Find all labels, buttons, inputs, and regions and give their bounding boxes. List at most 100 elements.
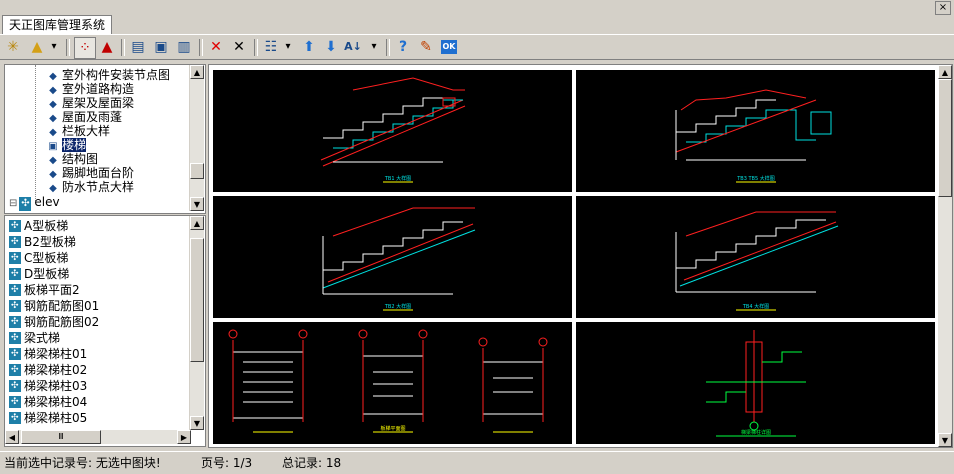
- scroll-down-icon[interactable]: ▼: [190, 197, 204, 211]
- edit-icon[interactable]: ✎: [417, 38, 435, 56]
- scroll-up-icon[interactable]: ▲: [190, 65, 204, 79]
- tree-vertical-scrollbar[interactable]: ▲ ▼: [189, 65, 204, 211]
- scroll-down-icon[interactable]: ▼: [938, 433, 952, 447]
- list-item[interactable]: 板梯平面2: [9, 282, 80, 298]
- tree-item-label: 楼梯: [62, 138, 87, 152]
- list-item[interactable]: C型板梯: [9, 250, 68, 266]
- list-item[interactable]: 梯梁梯柱04: [9, 394, 87, 410]
- block-preview[interactable]: 梯梁梯柱详图: [576, 322, 935, 444]
- dropdown-arrow-icon[interactable]: ▾: [48, 38, 60, 56]
- stair-drawing: TB3 TB5 大样图: [675, 89, 832, 183]
- preview-scrollbar[interactable]: ▲ ▼: [938, 64, 953, 448]
- tree-item[interactable]: ◆ 屋架及屋面梁: [47, 96, 134, 110]
- import-icon[interactable]: ▤: [129, 38, 147, 56]
- scroll-thumb[interactable]: [190, 238, 204, 362]
- drawing-caption: TB1 大样图: [384, 175, 411, 182]
- scroll-right-icon[interactable]: ▶: [177, 430, 191, 444]
- block-preview[interactable]: TB2 大样图: [213, 196, 572, 318]
- list-item[interactable]: 钢筋配筋图01: [9, 298, 99, 314]
- list-item[interactable]: B2型板梯: [9, 234, 76, 250]
- tree-item[interactable]: ◆ 踢脚地面台阶: [47, 166, 134, 180]
- detail-drawing: 梯梁梯柱详图: [706, 330, 806, 437]
- tree-item[interactable]: ◆ 结构图: [47, 152, 98, 166]
- stair-drawing: TB2 大样图: [322, 207, 476, 311]
- toolbar-separator: [66, 39, 70, 56]
- tree-item[interactable]: ◆ 屋面及雨蓬: [47, 110, 122, 124]
- list-item-label: 钢筋配筋图01: [24, 299, 100, 313]
- list-item[interactable]: D型板梯: [9, 266, 69, 282]
- expander-icon[interactable]: ⊟: [9, 198, 17, 209]
- list-item[interactable]: A型板梯: [9, 218, 68, 234]
- block-preview[interactable]: TB4 大样图: [576, 196, 935, 318]
- move-down-icon[interactable]: ⬇: [322, 38, 340, 56]
- block-icon: [9, 314, 21, 330]
- list-vertical-scrollbar[interactable]: ▲ ▼: [189, 216, 204, 430]
- sort-icon[interactable]: A↓: [344, 38, 362, 56]
- category-tree[interactable]: ◆ 室外构件安装节点图 ◆ 室外道路构造 ◆ 屋架及屋面梁 ◆ 屋面及雨蓬 ◆ 栏板大样 …: [4, 64, 206, 214]
- tree-item-label: 栏板大样: [62, 124, 111, 138]
- list-item-label: 梯梁梯柱05: [24, 411, 88, 425]
- page-status: 页号: 1/3: [201, 456, 253, 470]
- list-item-label: A型板梯: [24, 219, 69, 233]
- tree-item-label: elev: [34, 195, 60, 209]
- preview-grid[interactable]: TB1 大样图 TB3 TB5 大样图 TB2 大样图 TB4 大样图 板梯平面…: [208, 64, 940, 448]
- help-icon[interactable]: ?: [394, 38, 412, 56]
- block-icon: [9, 282, 21, 298]
- drawing-caption: 板梯平面图: [380, 425, 405, 432]
- list-item-label: 梯梁梯柱04: [24, 395, 88, 409]
- scroll-up-icon[interactable]: ▲: [190, 216, 204, 230]
- replace-icon[interactable]: ▣: [152, 38, 170, 56]
- scroll-thumb[interactable]: [190, 163, 204, 179]
- list-item[interactable]: 梁式梯: [9, 330, 60, 346]
- delete-icon[interactable]: ✕: [230, 38, 248, 56]
- list-item-label: 梯梁梯柱01: [24, 347, 88, 361]
- block-icon: [9, 394, 21, 410]
- tree-item-label: 防水节点大样: [62, 180, 135, 194]
- tree-root-item[interactable]: ⊟ ✣ elev: [9, 195, 60, 211]
- delete-red-icon[interactable]: ✕: [207, 38, 225, 56]
- triangle-view-icon[interactable]: ▲: [98, 38, 116, 56]
- close-button[interactable]: ×: [935, 1, 951, 15]
- tree-item[interactable]: ◆ 防水节点大样: [47, 180, 134, 194]
- list-horizontal-scrollbar[interactable]: ◀ Ⅲ ▶: [5, 430, 191, 444]
- block-preview[interactable]: 板梯平面图: [213, 322, 572, 444]
- view-mode-icon[interactable]: ☷: [262, 38, 280, 56]
- block-icon: [9, 218, 21, 234]
- block-icon: [9, 378, 21, 394]
- insert-icon[interactable]: ▥: [175, 38, 193, 56]
- status-bar: 当前选中记录号: 无选中图块! 页号: 1/3 总记录: 18: [0, 451, 954, 474]
- drawing-caption: TB2 大样图: [384, 303, 411, 310]
- tree-item-selected[interactable]: ▣ 楼梯: [47, 138, 87, 152]
- list-item[interactable]: 梯梁梯柱01: [9, 346, 87, 362]
- list-item[interactable]: 梯梁梯柱02: [9, 362, 87, 378]
- list-item[interactable]: 梯梁梯柱05: [9, 410, 87, 426]
- tree-item[interactable]: ◆ 室外构件安装节点图: [47, 68, 170, 82]
- window-tab[interactable]: 天正图库管理系统: [2, 15, 113, 35]
- scroll-down-icon[interactable]: ▼: [190, 416, 204, 430]
- move-up-icon[interactable]: ⬆: [300, 38, 318, 56]
- list-item[interactable]: 钢筋配筋图02: [9, 314, 99, 330]
- view-mode-dropdown-icon[interactable]: ▾: [282, 38, 294, 56]
- tree-guide-line: [35, 65, 36, 201]
- block-list[interactable]: A型板梯 B2型板梯 C型板梯 D型板梯 板梯平面2 钢筋配筋图01 钢筋配筋图…: [4, 215, 206, 447]
- block-preview[interactable]: TB3 TB5 大样图: [576, 70, 935, 192]
- open-library-icon[interactable]: ▲: [28, 38, 46, 56]
- scroll-thumb[interactable]: Ⅲ: [21, 430, 101, 444]
- new-library-icon[interactable]: ✳: [4, 38, 22, 56]
- tree-item[interactable]: ◆ 室外道路构造: [47, 82, 134, 96]
- list-item[interactable]: 梯梁梯柱03: [9, 378, 87, 394]
- block-icon: [9, 234, 21, 250]
- layout-view-icon[interactable]: ⁘: [74, 37, 96, 59]
- tree-item-label: 屋面及雨蓬: [62, 110, 123, 124]
- sort-dropdown-icon[interactable]: ▾: [368, 38, 380, 56]
- ok-icon[interactable]: OK: [441, 40, 457, 54]
- scroll-up-icon[interactable]: ▲: [938, 65, 952, 79]
- scroll-left-icon[interactable]: ◀: [5, 430, 19, 444]
- block-preview[interactable]: TB1 大样图: [213, 70, 572, 192]
- tree-item[interactable]: ◆ 栏板大样: [47, 124, 110, 138]
- block-icon: [9, 362, 21, 378]
- selection-status: 当前选中记录号: 无选中图块!: [4, 456, 161, 470]
- tree-item-label: 室外道路构造: [62, 82, 135, 96]
- scroll-thumb[interactable]: [938, 79, 952, 197]
- toolbar-separator: [254, 39, 258, 56]
